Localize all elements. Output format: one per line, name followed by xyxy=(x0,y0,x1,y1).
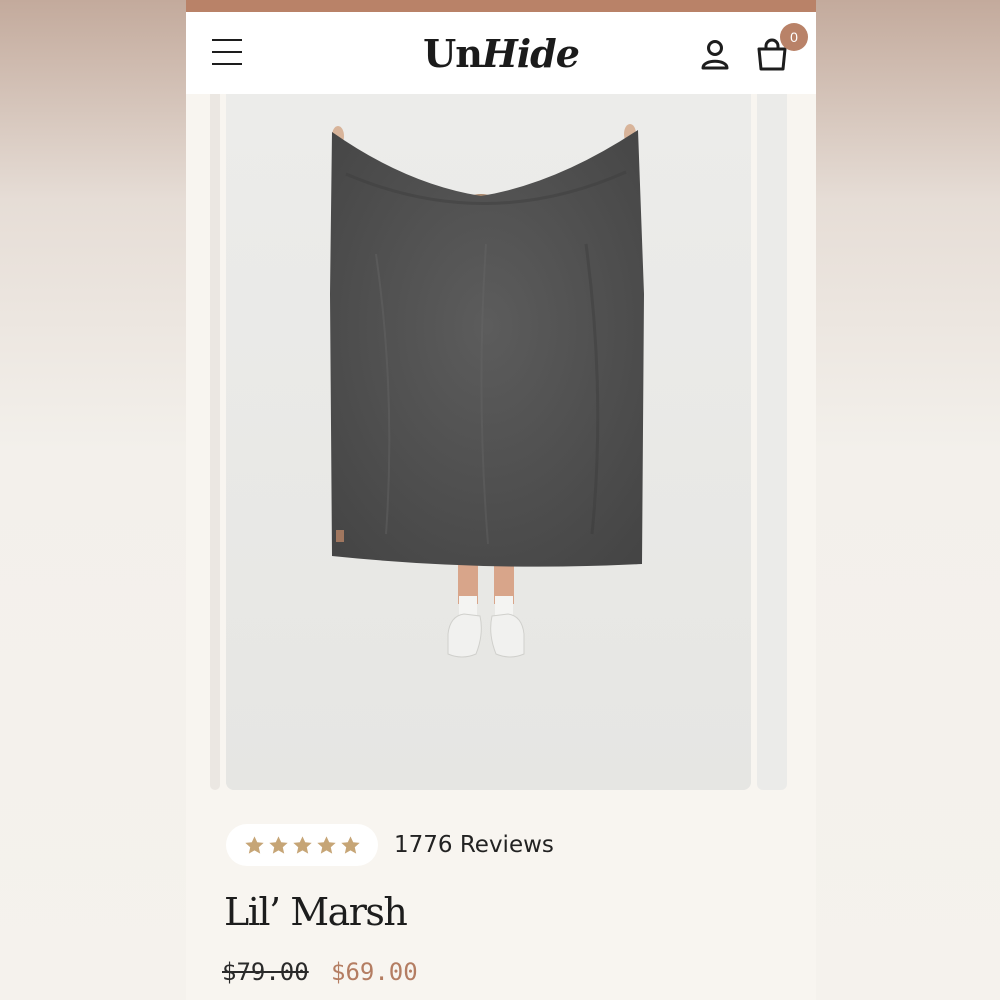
site-header: UnHide 0 xyxy=(186,12,816,94)
product-title: Lil’ Marsh xyxy=(224,890,408,934)
original-price: $79.00 xyxy=(222,958,309,986)
star-icon xyxy=(292,835,312,854)
hamburger-menu-icon xyxy=(212,39,242,41)
sale-price: $69.00 xyxy=(331,958,418,986)
announcement-strip xyxy=(186,0,816,12)
user-icon xyxy=(701,40,729,70)
background-left xyxy=(0,0,186,1000)
cart-count-badge: 0 xyxy=(780,23,808,51)
background-right xyxy=(816,0,1000,1000)
next-slide[interactable] xyxy=(757,94,787,790)
star-icon xyxy=(244,835,264,854)
star-rating[interactable] xyxy=(226,824,378,866)
star-icon xyxy=(316,835,336,854)
product-image xyxy=(226,94,751,790)
star-icon xyxy=(268,835,288,854)
menu-button[interactable] xyxy=(212,36,244,68)
previous-slide[interactable] xyxy=(210,94,220,790)
account-button[interactable] xyxy=(698,37,732,71)
mobile-page: UnHide 0 1776 Reviews Lil’ Marsh $79.00 … xyxy=(186,0,816,1000)
product-image-carousel[interactable] xyxy=(186,94,816,792)
star-icon xyxy=(340,835,360,854)
brand-logo[interactable]: UnHide xyxy=(423,31,580,76)
reviews-link[interactable]: 1776 Reviews xyxy=(394,832,554,858)
